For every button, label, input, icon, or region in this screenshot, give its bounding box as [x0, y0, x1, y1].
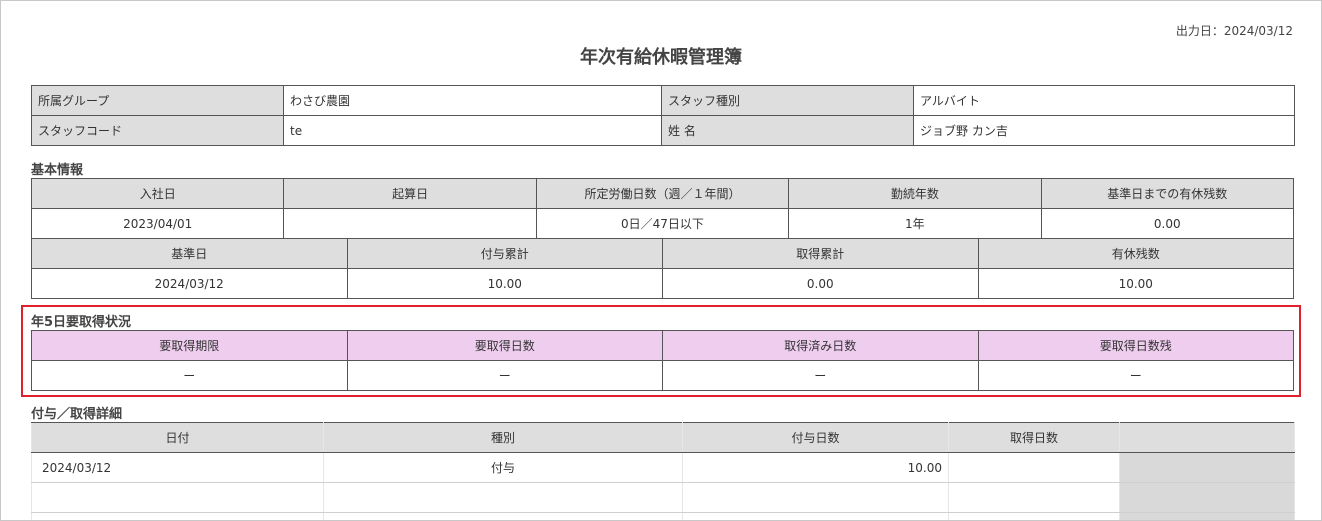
base-date-value: 2024/03/12 — [31, 268, 348, 299]
detail-grant-days-cell: 10.00 — [682, 452, 949, 483]
staff-code-label: スタッフコード — [31, 115, 284, 146]
group-value: わさび農園 — [283, 85, 662, 116]
detail-date-cell — [31, 482, 324, 513]
table-row: 2024/03/12 付与 10.00 — [31, 452, 1295, 483]
base-date-header: 基準日 — [31, 238, 348, 269]
table-row — [31, 512, 1295, 520]
granted-total-value: 10.00 — [346, 268, 663, 299]
group-label: 所属グループ — [31, 85, 284, 116]
detail-type-cell — [323, 512, 683, 520]
staff-type-value: アルバイト — [913, 85, 1295, 116]
required-remaining-value: ー — [977, 360, 1294, 391]
detail-date-cell: 2024/03/12 — [31, 452, 324, 483]
five-day-title: 年5日要取得状況 — [31, 315, 132, 330]
detail-extra-header — [1119, 422, 1295, 453]
work-days-value: 0日／47日以下 — [535, 208, 790, 239]
detail-table: 日付 種別 付与日数 取得日数 2024/03/12 付与 10.00 — [31, 422, 1295, 520]
remaining-value: 10.00 — [977, 268, 1294, 299]
basic-info-table-2: 基準日 付与累計 取得累計 有休残数 2024/03/12 10.00 0.00… — [31, 238, 1294, 299]
detail-taken-days-cell — [948, 512, 1120, 520]
required-remaining-header: 要取得日数残 — [977, 330, 1294, 361]
taken-days-header: 取得済み日数 — [662, 330, 979, 361]
detail-grant-days-cell — [682, 512, 949, 520]
five-day-table: 要取得期限 要取得日数 取得済み日数 要取得日数残 ー ー ー ー — [31, 330, 1294, 391]
basic-info-title: 基本情報 — [31, 163, 84, 178]
detail-title: 付与／取得詳細 — [31, 407, 123, 422]
hire-date-header: 入社日 — [30, 178, 285, 209]
granted-total-header: 付与累計 — [346, 238, 663, 269]
hire-date-value: 2023/04/01 — [30, 208, 285, 239]
work-days-header: 所定労働日数（週／１年間） — [535, 178, 790, 209]
years-header: 勤続年数 — [788, 178, 1042, 209]
required-days-header: 要取得日数 — [346, 330, 663, 361]
detail-grant-days-header: 付与日数 — [682, 422, 949, 453]
table-row — [31, 482, 1295, 513]
required-days-value: ー — [346, 360, 663, 391]
remaining-header: 有休残数 — [977, 238, 1294, 269]
ledger-page: 出力日：2024/03/12 年次有給休暇管理簿 所属グループ わさび農園 スタ… — [0, 0, 1322, 521]
required-deadline-value: ー — [31, 360, 348, 391]
detail-taken-days-cell — [948, 482, 1120, 513]
name-value: ジョブ野 カン吉 — [913, 115, 1295, 146]
start-date-value — [283, 208, 537, 239]
required-deadline-header: 要取得期限 — [31, 330, 348, 361]
remaining-before-value: 0.00 — [1040, 208, 1295, 239]
taken-total-value: 0.00 — [662, 268, 979, 299]
basic-info-table-1: 入社日 起算日 所定労働日数（週／１年間） 勤続年数 基準日までの有休残数 20… — [30, 178, 1295, 239]
detail-type-cell — [323, 482, 683, 513]
detail-grant-days-cell — [682, 482, 949, 513]
detail-grey-cell — [1119, 512, 1295, 520]
output-date: 出力日：2024/03/12 — [1175, 24, 1293, 38]
start-date-header: 起算日 — [283, 178, 537, 209]
years-value: 1年 — [788, 208, 1042, 239]
staff-type-label: スタッフ種別 — [661, 85, 914, 116]
detail-date-header: 日付 — [31, 422, 324, 453]
detail-type-cell: 付与 — [323, 452, 683, 483]
staff-code-value: te — [283, 115, 662, 146]
remaining-before-header: 基準日までの有休残数 — [1040, 178, 1295, 209]
detail-grey-cell — [1119, 482, 1295, 513]
detail-taken-days-header: 取得日数 — [948, 422, 1120, 453]
staff-info-table: 所属グループ わさび農園 スタッフ種別 アルバイト スタッフコード te 姓 名… — [31, 85, 1295, 146]
detail-type-header: 種別 — [323, 422, 683, 453]
taken-days-value: ー — [662, 360, 979, 391]
page-title: 年次有給休暇管理簿 — [580, 47, 742, 68]
detail-grey-cell — [1119, 452, 1295, 483]
detail-date-cell — [31, 512, 324, 520]
taken-total-header: 取得累計 — [662, 238, 979, 269]
detail-taken-days-cell — [948, 452, 1120, 483]
name-label: 姓 名 — [661, 115, 914, 146]
